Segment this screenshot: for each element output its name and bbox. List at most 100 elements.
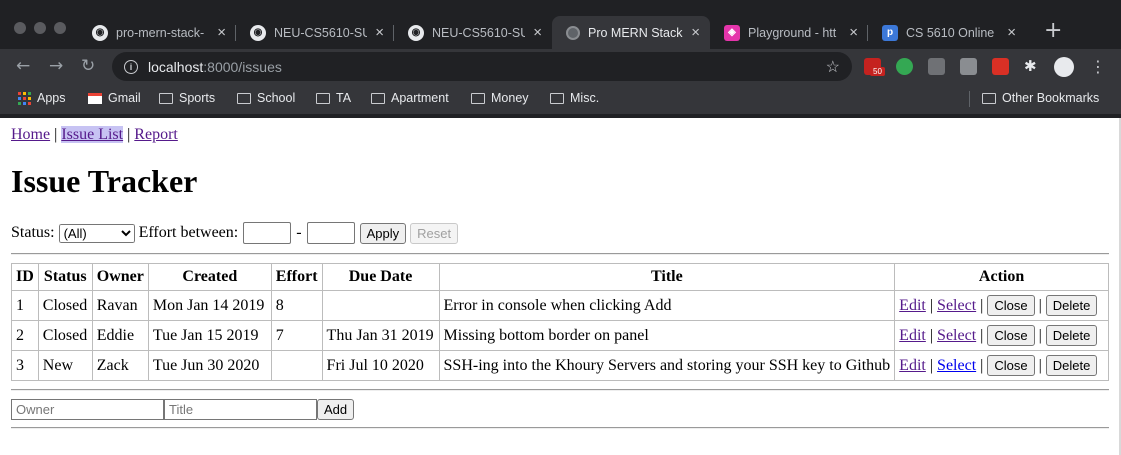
bookmark-label: TA bbox=[336, 91, 352, 105]
column-header-action: Action bbox=[894, 263, 1109, 291]
divider bbox=[11, 427, 1109, 429]
column-header-effort: Effort bbox=[270, 263, 323, 291]
close-issue-button[interactable]: Close bbox=[987, 295, 1035, 316]
close-icon[interactable]: × bbox=[849, 25, 858, 40]
nav-bar: Home | Issue List | Report bbox=[11, 126, 178, 144]
effort-max-input[interactable] bbox=[306, 222, 355, 244]
nav-link-report[interactable]: Report bbox=[134, 126, 178, 143]
github-icon: ◉ bbox=[92, 24, 108, 41]
tab-pro-mern-stack-active[interactable]: Pro MERN Stack × bbox=[552, 16, 710, 49]
bookmark-folder-money[interactable]: Money bbox=[471, 91, 529, 105]
cell-effort: 8 bbox=[270, 290, 323, 321]
delete-issue-button[interactable]: Delete bbox=[1045, 325, 1098, 346]
close-icon[interactable]: × bbox=[1007, 25, 1016, 40]
info-icon[interactable]: i bbox=[124, 59, 138, 74]
cell-title: Error in console when clicking Add bbox=[438, 290, 896, 321]
bookmark-label: Apps bbox=[37, 91, 66, 105]
close-window-button[interactable] bbox=[14, 22, 26, 34]
page-title: Issue Tracker bbox=[11, 163, 198, 199]
edit-link[interactable]: Edit bbox=[899, 357, 926, 375]
select-link[interactable]: Select bbox=[937, 327, 976, 345]
apps-icon bbox=[18, 91, 31, 105]
bookmark-label: Apartment bbox=[391, 91, 449, 105]
action-separator: | bbox=[1038, 326, 1042, 344]
forward-arrow-icon[interactable]: → bbox=[49, 56, 63, 76]
divider bbox=[11, 389, 1109, 391]
tab-playground[interactable]: ◈ Playground - htt × bbox=[710, 16, 868, 49]
extension-badge: 50 bbox=[870, 67, 885, 76]
delete-issue-button[interactable]: Delete bbox=[1045, 355, 1098, 376]
bookmark-gmail[interactable]: Gmail bbox=[88, 91, 141, 105]
tab-neu-cs5610-1[interactable]: ◉ NEU-CS5610-SU × bbox=[236, 16, 394, 49]
delete-issue-button[interactable]: Delete bbox=[1045, 295, 1098, 316]
select-link[interactable]: Select bbox=[937, 357, 976, 375]
bookmark-other-bookmarks[interactable]: Other Bookmarks bbox=[982, 91, 1099, 105]
tab-neu-cs5610-2[interactable]: ◉ NEU-CS5610-SU × bbox=[394, 16, 552, 49]
close-issue-button[interactable]: Close bbox=[987, 325, 1035, 346]
cell-status: Closed bbox=[37, 290, 93, 321]
column-header-created: Created bbox=[147, 263, 272, 291]
owner-input[interactable] bbox=[11, 399, 164, 420]
status-select[interactable]: (All) bbox=[58, 223, 135, 243]
action-separator: | bbox=[1038, 296, 1042, 314]
close-issue-button[interactable]: Close bbox=[987, 355, 1035, 376]
action-separator: | bbox=[980, 326, 984, 344]
puzzle-extensions-icon[interactable]: ✱ bbox=[1024, 58, 1041, 75]
kebab-menu-icon[interactable]: ⋮ bbox=[1090, 57, 1106, 76]
back-arrow-icon[interactable]: ← bbox=[16, 56, 30, 76]
reload-icon[interactable]: ↻ bbox=[81, 56, 95, 76]
cell-created: Mon Jan 14 2019 bbox=[147, 290, 272, 321]
tab-pro-mern-stack-repo[interactable]: ◉ pro-mern-stack- × bbox=[78, 16, 236, 49]
bookmark-label: Other Bookmarks bbox=[1002, 91, 1100, 105]
cell-id: 1 bbox=[11, 290, 39, 321]
graphql-icon: ◈ bbox=[724, 24, 740, 41]
cell-created: Tue Jun 30 2020 bbox=[147, 350, 272, 381]
effort-min-input[interactable] bbox=[243, 222, 292, 244]
address-bar[interactable]: i localhost:8000/issues ☆ bbox=[112, 52, 852, 81]
column-header-owner: Owner bbox=[91, 263, 149, 291]
cell-owner: Ravan bbox=[91, 290, 149, 321]
title-input[interactable] bbox=[164, 399, 317, 420]
csv-extension-icon[interactable] bbox=[928, 58, 945, 75]
tab-cs5610-online[interactable]: p CS 5610 Online × bbox=[868, 16, 1026, 49]
nav-link-home[interactable]: Home bbox=[11, 126, 50, 143]
cell-status: New bbox=[37, 350, 93, 381]
zoom-window-button[interactable] bbox=[54, 22, 66, 34]
cell-owner: Eddie bbox=[91, 320, 149, 351]
close-icon[interactable]: × bbox=[691, 25, 700, 40]
red-extension-icon[interactable] bbox=[992, 58, 1009, 75]
cell-due-date bbox=[321, 290, 440, 321]
bookmark-star-icon[interactable]: ☆ bbox=[826, 57, 840, 77]
close-icon[interactable]: × bbox=[217, 25, 226, 40]
cell-actions: Edit | Select | Close | Delete bbox=[894, 350, 1109, 381]
new-tab-button[interactable]: + bbox=[1044, 20, 1062, 42]
url-host: localhost bbox=[148, 58, 204, 75]
divider bbox=[11, 253, 1109, 255]
tab-strip: ◉ pro-mern-stack- × ◉ NEU-CS5610-SU × ◉ … bbox=[78, 16, 1026, 49]
green-extension-icon[interactable] bbox=[896, 58, 913, 75]
apply-button[interactable]: Apply bbox=[359, 222, 407, 244]
r-extension-icon[interactable] bbox=[960, 58, 977, 75]
bookmark-folder-misc[interactable]: Misc. bbox=[550, 91, 599, 105]
edit-link[interactable]: Edit bbox=[899, 297, 926, 315]
select-link[interactable]: Select bbox=[937, 297, 976, 315]
cell-title: Missing bottom border on panel bbox=[438, 320, 896, 351]
add-issue-button[interactable]: Add bbox=[317, 399, 355, 420]
minimize-window-button[interactable] bbox=[34, 22, 46, 34]
close-icon[interactable]: × bbox=[533, 25, 542, 40]
action-separator: | bbox=[1038, 356, 1042, 374]
profile-avatar[interactable] bbox=[1054, 57, 1074, 77]
nav-separator: | bbox=[54, 126, 58, 143]
bookmark-folder-apartment[interactable]: Apartment bbox=[371, 91, 449, 105]
edit-link[interactable]: Edit bbox=[899, 327, 926, 345]
bookmark-folder-ta[interactable]: TA bbox=[316, 91, 351, 105]
bookmark-folder-school[interactable]: School bbox=[237, 91, 295, 105]
bookmark-apps[interactable]: Apps bbox=[18, 91, 66, 105]
folder-icon bbox=[550, 92, 564, 104]
nav-link-issue-list[interactable]: Issue List bbox=[61, 126, 124, 143]
bookmark-folder-sports[interactable]: Sports bbox=[159, 91, 215, 105]
column-header-status: Status bbox=[37, 263, 93, 291]
table-row: 2 Closed Eddie Tue Jan 15 2019 7 Thu Jan… bbox=[11, 320, 1109, 351]
close-icon[interactable]: × bbox=[375, 25, 384, 40]
reset-button[interactable]: Reset bbox=[410, 222, 459, 244]
